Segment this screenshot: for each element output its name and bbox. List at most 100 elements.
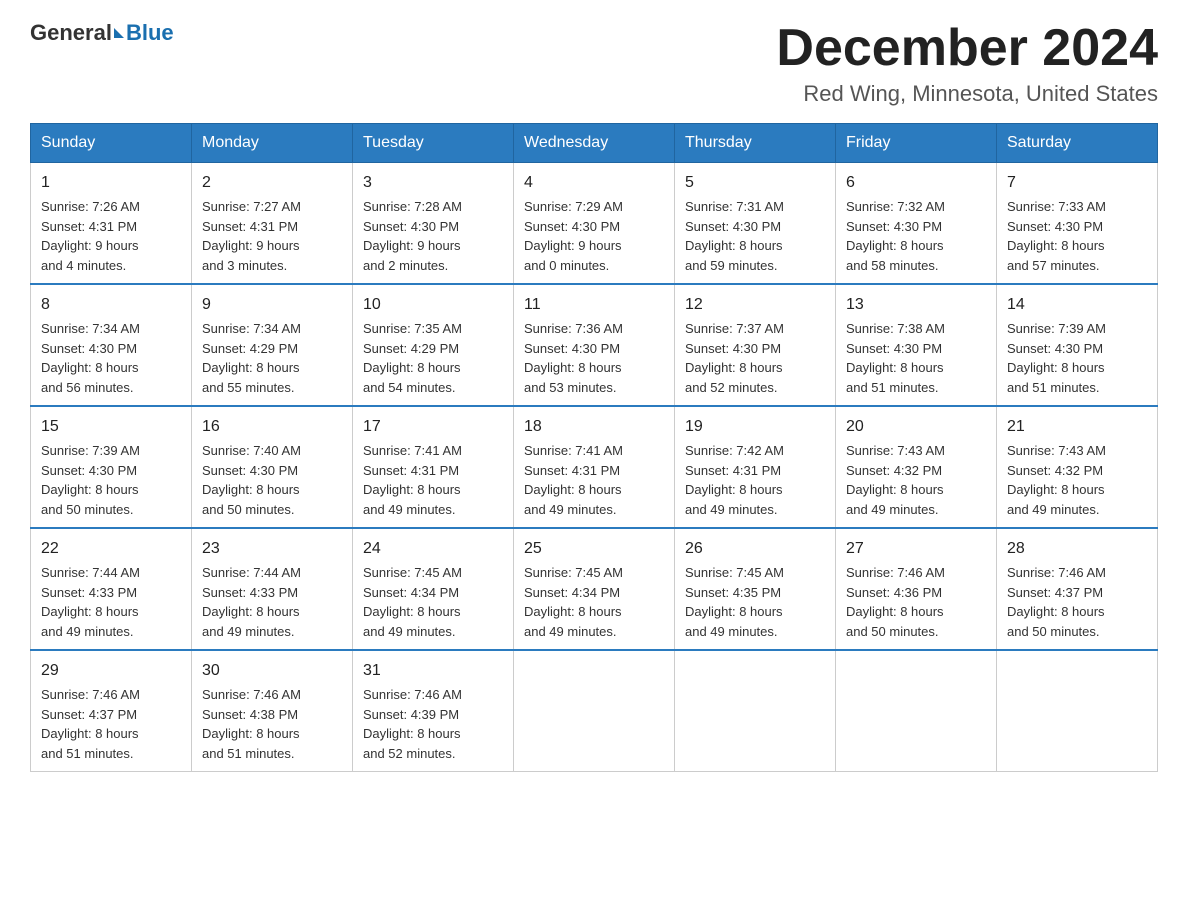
day-info: Sunrise: 7:34 AMSunset: 4:30 PMDaylight:… <box>41 319 181 397</box>
day-number: 2 <box>202 171 342 195</box>
day-info: Sunrise: 7:44 AMSunset: 4:33 PMDaylight:… <box>41 563 181 641</box>
day-info: Sunrise: 7:44 AMSunset: 4:33 PMDaylight:… <box>202 563 342 641</box>
calendar-cell: 7Sunrise: 7:33 AMSunset: 4:30 PMDaylight… <box>997 163 1158 285</box>
day-number: 3 <box>363 171 503 195</box>
calendar-cell: 28Sunrise: 7:46 AMSunset: 4:37 PMDayligh… <box>997 528 1158 650</box>
day-number: 1 <box>41 171 181 195</box>
day-info: Sunrise: 7:34 AMSunset: 4:29 PMDaylight:… <box>202 319 342 397</box>
day-info: Sunrise: 7:39 AMSunset: 4:30 PMDaylight:… <box>1007 319 1147 397</box>
day-info: Sunrise: 7:42 AMSunset: 4:31 PMDaylight:… <box>685 441 825 519</box>
day-info: Sunrise: 7:31 AMSunset: 4:30 PMDaylight:… <box>685 197 825 275</box>
calendar-cell: 24Sunrise: 7:45 AMSunset: 4:34 PMDayligh… <box>353 528 514 650</box>
calendar-cell: 8Sunrise: 7:34 AMSunset: 4:30 PMDaylight… <box>31 284 192 406</box>
calendar-cell: 22Sunrise: 7:44 AMSunset: 4:33 PMDayligh… <box>31 528 192 650</box>
day-number: 22 <box>41 537 181 561</box>
day-number: 28 <box>1007 537 1147 561</box>
calendar-table: SundayMondayTuesdayWednesdayThursdayFrid… <box>30 123 1158 772</box>
day-number: 14 <box>1007 293 1147 317</box>
calendar-cell: 15Sunrise: 7:39 AMSunset: 4:30 PMDayligh… <box>31 406 192 528</box>
day-number: 18 <box>524 415 664 439</box>
calendar-cell: 14Sunrise: 7:39 AMSunset: 4:30 PMDayligh… <box>997 284 1158 406</box>
day-number: 30 <box>202 659 342 683</box>
day-number: 27 <box>846 537 986 561</box>
calendar-cell: 20Sunrise: 7:43 AMSunset: 4:32 PMDayligh… <box>836 406 997 528</box>
calendar-week-row: 15Sunrise: 7:39 AMSunset: 4:30 PMDayligh… <box>31 406 1158 528</box>
day-info: Sunrise: 7:46 AMSunset: 4:37 PMDaylight:… <box>1007 563 1147 641</box>
day-info: Sunrise: 7:46 AMSunset: 4:36 PMDaylight:… <box>846 563 986 641</box>
calendar-cell: 26Sunrise: 7:45 AMSunset: 4:35 PMDayligh… <box>675 528 836 650</box>
calendar-cell: 13Sunrise: 7:38 AMSunset: 4:30 PMDayligh… <box>836 284 997 406</box>
calendar-cell: 25Sunrise: 7:45 AMSunset: 4:34 PMDayligh… <box>514 528 675 650</box>
day-number: 11 <box>524 293 664 317</box>
calendar-cell: 30Sunrise: 7:46 AMSunset: 4:38 PMDayligh… <box>192 650 353 772</box>
day-info: Sunrise: 7:36 AMSunset: 4:30 PMDaylight:… <box>524 319 664 397</box>
day-info: Sunrise: 7:32 AMSunset: 4:30 PMDaylight:… <box>846 197 986 275</box>
logo: General Blue <box>30 20 174 46</box>
calendar-cell: 3Sunrise: 7:28 AMSunset: 4:30 PMDaylight… <box>353 163 514 285</box>
logo-general-text: General <box>30 20 112 46</box>
calendar-title: December 2024 <box>776 20 1158 77</box>
calendar-cell: 21Sunrise: 7:43 AMSunset: 4:32 PMDayligh… <box>997 406 1158 528</box>
day-info: Sunrise: 7:37 AMSunset: 4:30 PMDaylight:… <box>685 319 825 397</box>
calendar-header-saturday: Saturday <box>997 124 1158 163</box>
day-number: 24 <box>363 537 503 561</box>
day-info: Sunrise: 7:35 AMSunset: 4:29 PMDaylight:… <box>363 319 503 397</box>
calendar-header-friday: Friday <box>836 124 997 163</box>
day-number: 21 <box>1007 415 1147 439</box>
calendar-cell: 29Sunrise: 7:46 AMSunset: 4:37 PMDayligh… <box>31 650 192 772</box>
calendar-cell: 31Sunrise: 7:46 AMSunset: 4:39 PMDayligh… <box>353 650 514 772</box>
day-number: 12 <box>685 293 825 317</box>
day-info: Sunrise: 7:27 AMSunset: 4:31 PMDaylight:… <box>202 197 342 275</box>
calendar-cell <box>836 650 997 772</box>
logo-blue-text: Blue <box>126 20 174 46</box>
day-info: Sunrise: 7:46 AMSunset: 4:38 PMDaylight:… <box>202 685 342 763</box>
day-number: 7 <box>1007 171 1147 195</box>
calendar-cell: 9Sunrise: 7:34 AMSunset: 4:29 PMDaylight… <box>192 284 353 406</box>
day-info: Sunrise: 7:46 AMSunset: 4:37 PMDaylight:… <box>41 685 181 763</box>
day-number: 6 <box>846 171 986 195</box>
day-number: 29 <box>41 659 181 683</box>
calendar-week-row: 8Sunrise: 7:34 AMSunset: 4:30 PMDaylight… <box>31 284 1158 406</box>
day-number: 23 <box>202 537 342 561</box>
day-info: Sunrise: 7:45 AMSunset: 4:35 PMDaylight:… <box>685 563 825 641</box>
day-number: 5 <box>685 171 825 195</box>
day-info: Sunrise: 7:33 AMSunset: 4:30 PMDaylight:… <box>1007 197 1147 275</box>
day-info: Sunrise: 7:26 AMSunset: 4:31 PMDaylight:… <box>41 197 181 275</box>
calendar-cell: 4Sunrise: 7:29 AMSunset: 4:30 PMDaylight… <box>514 163 675 285</box>
calendar-cell: 6Sunrise: 7:32 AMSunset: 4:30 PMDaylight… <box>836 163 997 285</box>
calendar-header-tuesday: Tuesday <box>353 124 514 163</box>
calendar-header-wednesday: Wednesday <box>514 124 675 163</box>
day-number: 9 <box>202 293 342 317</box>
day-number: 10 <box>363 293 503 317</box>
day-number: 20 <box>846 415 986 439</box>
calendar-cell: 23Sunrise: 7:44 AMSunset: 4:33 PMDayligh… <box>192 528 353 650</box>
day-info: Sunrise: 7:45 AMSunset: 4:34 PMDaylight:… <box>363 563 503 641</box>
calendar-header-thursday: Thursday <box>675 124 836 163</box>
day-info: Sunrise: 7:46 AMSunset: 4:39 PMDaylight:… <box>363 685 503 763</box>
day-info: Sunrise: 7:43 AMSunset: 4:32 PMDaylight:… <box>1007 441 1147 519</box>
day-number: 15 <box>41 415 181 439</box>
calendar-cell: 17Sunrise: 7:41 AMSunset: 4:31 PMDayligh… <box>353 406 514 528</box>
day-number: 25 <box>524 537 664 561</box>
day-info: Sunrise: 7:41 AMSunset: 4:31 PMDaylight:… <box>524 441 664 519</box>
day-number: 16 <box>202 415 342 439</box>
calendar-cell: 12Sunrise: 7:37 AMSunset: 4:30 PMDayligh… <box>675 284 836 406</box>
calendar-cell: 19Sunrise: 7:42 AMSunset: 4:31 PMDayligh… <box>675 406 836 528</box>
logo-arrow-icon <box>114 28 124 38</box>
calendar-cell: 18Sunrise: 7:41 AMSunset: 4:31 PMDayligh… <box>514 406 675 528</box>
day-info: Sunrise: 7:39 AMSunset: 4:30 PMDaylight:… <box>41 441 181 519</box>
day-info: Sunrise: 7:45 AMSunset: 4:34 PMDaylight:… <box>524 563 664 641</box>
day-number: 4 <box>524 171 664 195</box>
day-number: 26 <box>685 537 825 561</box>
day-info: Sunrise: 7:40 AMSunset: 4:30 PMDaylight:… <box>202 441 342 519</box>
calendar-cell: 16Sunrise: 7:40 AMSunset: 4:30 PMDayligh… <box>192 406 353 528</box>
day-info: Sunrise: 7:43 AMSunset: 4:32 PMDaylight:… <box>846 441 986 519</box>
calendar-cell: 5Sunrise: 7:31 AMSunset: 4:30 PMDaylight… <box>675 163 836 285</box>
calendar-cell: 2Sunrise: 7:27 AMSunset: 4:31 PMDaylight… <box>192 163 353 285</box>
day-info: Sunrise: 7:41 AMSunset: 4:31 PMDaylight:… <box>363 441 503 519</box>
day-number: 17 <box>363 415 503 439</box>
calendar-cell: 27Sunrise: 7:46 AMSunset: 4:36 PMDayligh… <box>836 528 997 650</box>
day-number: 8 <box>41 293 181 317</box>
day-number: 31 <box>363 659 503 683</box>
day-number: 13 <box>846 293 986 317</box>
